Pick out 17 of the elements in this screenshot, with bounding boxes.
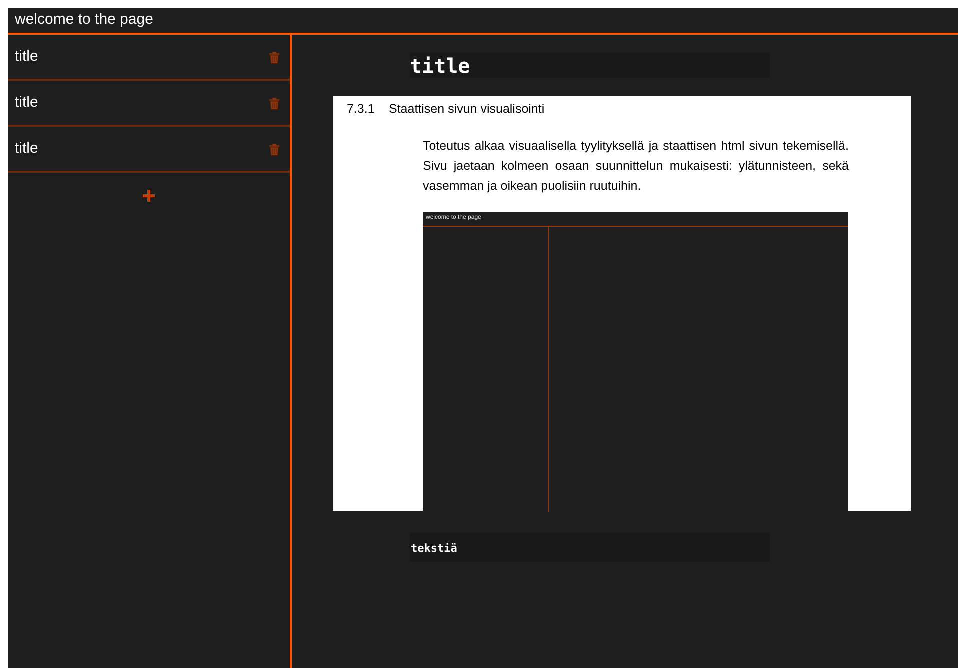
- title-field[interactable]: title: [410, 53, 770, 78]
- note-title: title: [15, 92, 38, 113]
- note-title: title: [15, 138, 38, 159]
- text-field[interactable]: tekstiä: [410, 533, 770, 562]
- note-item[interactable]: title: [8, 81, 290, 127]
- header-title: welcome to the page: [15, 10, 154, 30]
- section-heading: Staattisen sivun visualisointi: [389, 101, 545, 118]
- note-title: title: [15, 46, 38, 67]
- paragraph: Toteutus alkaa visuaalisella tyylityksellä ja staattisen html sivun tekemisellä. Sivu jaetaan kolmeen osaan suunnittelun mukaisesti: ylätunnisteen, sekä vasemman ja oikean puolisiin ruutuihin.: [423, 138, 849, 195]
- note-item[interactable]: title: [8, 35, 290, 81]
- trash-icon[interactable]: [269, 50, 280, 64]
- plus-icon: [143, 190, 155, 202]
- trash-icon[interactable]: [269, 142, 280, 156]
- note-item[interactable]: title: [8, 127, 290, 173]
- section-number: 7.3.1: [347, 101, 376, 118]
- add-button[interactable]: [142, 189, 156, 203]
- trash-icon[interactable]: [269, 96, 280, 110]
